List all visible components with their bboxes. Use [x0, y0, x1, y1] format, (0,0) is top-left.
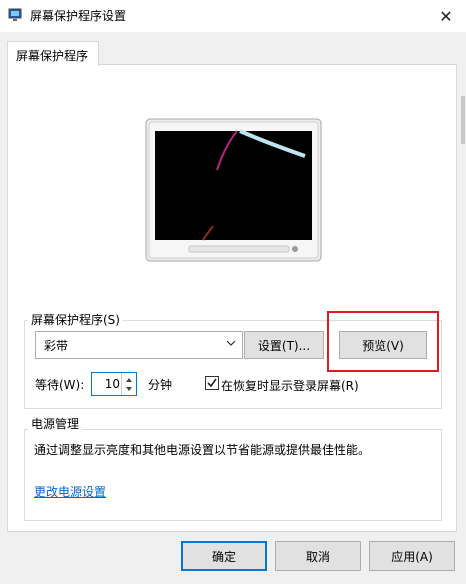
highlight-annotation: [327, 311, 439, 372]
close-icon[interactable]: ✕: [426, 0, 466, 32]
wait-minutes-value: 10: [104, 377, 120, 391]
spin-arrows[interactable]: [121, 373, 136, 395]
settings-button[interactable]: 设置(T)...: [244, 331, 324, 359]
power-group-label: 电源管理: [28, 415, 83, 432]
scrollbar-thumb[interactable]: [461, 96, 465, 144]
screensaver-selected-value: 彩带: [44, 339, 69, 353]
screensaver-group-label: 屏幕保护程序(S): [28, 311, 123, 328]
resume-label: 在恢复时显示登录屏幕(R): [221, 379, 359, 393]
apply-button[interactable]: 应用(A): [369, 541, 455, 571]
wait-minutes-stepper[interactable]: 10: [91, 372, 137, 396]
tab-label: 屏幕保护程序: [16, 49, 89, 63]
change-power-settings-link[interactable]: 更改电源设置: [34, 483, 106, 500]
monitor-preview: [145, 118, 322, 262]
ok-button[interactable]: 确定: [181, 541, 267, 571]
power-button-icon: [292, 246, 298, 252]
resume-checkbox[interactable]: [205, 376, 219, 390]
wait-label: 等待(W):: [35, 378, 85, 392]
tab-panel: 屏幕保护程序(S) 彩带 设置(T)... 预览(V) 等待(W): 10 分钟…: [7, 64, 457, 532]
title-bar: 屏幕保护程序设置 ✕: [0, 0, 466, 32]
app-icon: [8, 8, 22, 21]
window-title: 屏幕保护程序设置: [30, 9, 127, 23]
spin-down-icon[interactable]: [125, 385, 133, 393]
cancel-button[interactable]: 取消: [275, 541, 361, 571]
wait-unit-label: 分钟: [148, 378, 173, 392]
spin-up-icon[interactable]: [125, 376, 133, 384]
check-icon: [207, 378, 217, 388]
tab-screensaver[interactable]: 屏幕保护程序: [7, 41, 99, 66]
chevron-down-icon: [226, 340, 236, 346]
power-description: 通过调整显示亮度和其他电源设置以节省能源或提供最佳性能。: [34, 443, 371, 457]
screensaver-select[interactable]: 彩带: [35, 331, 243, 359]
